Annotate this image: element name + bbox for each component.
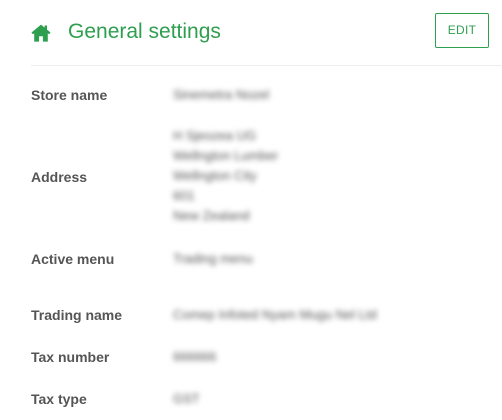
active-menu-label: Active menu — [31, 251, 115, 267]
address-value: H Sjeozea UG Wellngton Lumber Wellngton … — [173, 126, 278, 226]
settings-header: General settings EDIT — [0, 0, 502, 66]
header-divider — [31, 65, 502, 66]
tax-number-value: 666666 — [173, 349, 217, 364]
active-menu-value: Trading menu — [173, 251, 253, 266]
home-icon — [31, 24, 51, 42]
tax-type-value: GST — [173, 391, 200, 406]
edit-button[interactable]: EDIT — [435, 13, 489, 48]
tax-number-label: Tax number — [31, 349, 110, 365]
address-line: Wellngton Lumber — [173, 148, 279, 163]
address-label: Address — [31, 169, 88, 185]
general-settings-panel: General settings EDIT Store name Sinemet… — [0, 0, 502, 420]
store-name-label: Store name — [31, 87, 108, 103]
address-line: Wellngton City — [173, 168, 257, 183]
trading-name-label: Trading name — [31, 307, 123, 323]
tax-type-label: Tax type — [31, 391, 87, 407]
page-title: General settings — [68, 20, 221, 43]
address-line: H Sjeozea UG — [173, 128, 257, 143]
address-line: 601 — [173, 188, 195, 203]
store-name-value: Sinemetra Nozel — [173, 87, 270, 102]
address-line: New Zealand — [173, 208, 250, 223]
trading-name-value: Comep Infoted Nyam Mugu Nel Ltd — [173, 307, 377, 322]
